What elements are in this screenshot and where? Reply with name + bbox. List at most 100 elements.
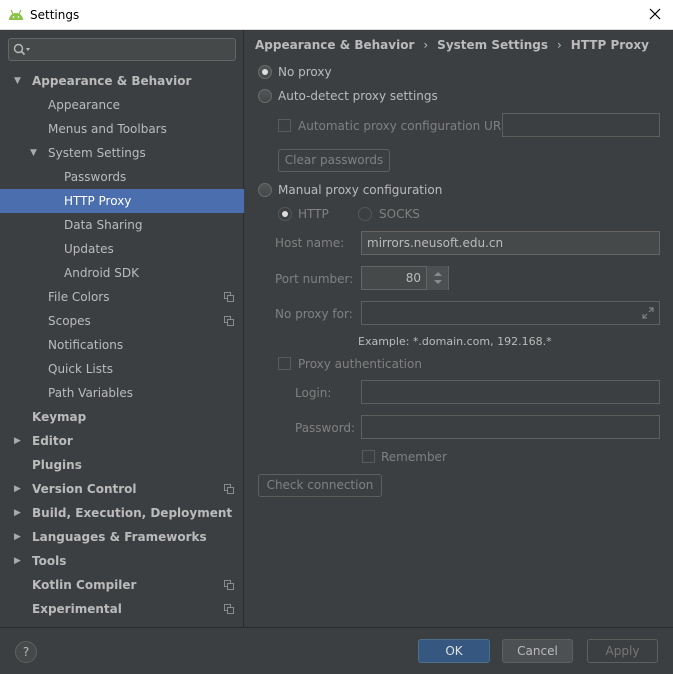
sidebar-item-label: Android SDK: [64, 266, 139, 280]
manual-proxy-label[interactable]: Manual proxy configuration: [278, 183, 442, 197]
sidebar-item[interactable]: Menus and Toolbars: [0, 117, 244, 141]
sidebar-item[interactable]: HTTP Proxy: [0, 189, 244, 213]
expand-icon[interactable]: [641, 306, 655, 320]
chevron-right-icon[interactable]: ▶: [14, 429, 24, 453]
sidebar-item-label: Editor: [32, 434, 73, 448]
sidebar-item-label: Notifications: [48, 338, 124, 352]
chevron-down-icon[interactable]: ▼: [14, 69, 24, 93]
sidebar-item-label: Version Control: [32, 482, 137, 496]
sidebar-item-label: System Settings: [48, 146, 146, 160]
close-icon[interactable]: [647, 6, 663, 22]
breadcrumb-item[interactable]: System Settings: [437, 38, 548, 52]
auto-detect-label[interactable]: Auto-detect proxy settings: [278, 89, 438, 103]
sidebar-item[interactable]: Data Sharing: [0, 213, 244, 237]
chevron-right-icon[interactable]: ▶: [14, 525, 24, 549]
host-name-field[interactable]: mirrors.neusoft.edu.cn: [361, 231, 660, 255]
breadcrumb: Appearance & Behavior › System Settings › HT…: [255, 38, 649, 52]
ok-button[interactable]: OK: [418, 639, 490, 663]
sidebar-item[interactable]: Scopes: [0, 309, 244, 333]
sidebar-item[interactable]: Path Variables: [0, 381, 244, 405]
sidebar-item-label: File Colors: [48, 290, 110, 304]
chevron-right-icon[interactable]: ▶: [14, 549, 24, 573]
title-bar: Settings: [0, 0, 673, 30]
no-proxy-for-label: No proxy for:: [275, 307, 353, 321]
sidebar-item[interactable]: ▶ Build, Execution, Deployment: [0, 501, 244, 525]
chevron-right-icon[interactable]: ▶: [14, 501, 24, 525]
sidebar-item-label: Menus and Toolbars: [48, 122, 167, 136]
sidebar-item-label: Plugins: [32, 458, 82, 472]
sidebar-item[interactable]: Android SDK: [0, 261, 244, 285]
no-proxy-for-field[interactable]: [361, 301, 660, 325]
sidebar-item-label: Appearance & Behavior: [32, 74, 192, 88]
socks-label[interactable]: SOCKS: [379, 207, 420, 221]
sidebar-item[interactable]: File Colors: [0, 285, 244, 309]
login-label: Login:: [295, 386, 332, 400]
remember-checkbox[interactable]: [362, 450, 375, 463]
chevron-right-icon[interactable]: ▶: [14, 477, 24, 501]
sidebar-item-label: Tools: [32, 554, 67, 568]
sidebar-item-label: Scopes: [48, 314, 91, 328]
sidebar-item-label: Path Variables: [48, 386, 134, 400]
android-icon: [9, 9, 23, 20]
sidebar-item-label: Quick Lists: [48, 362, 113, 376]
breadcrumb-item[interactable]: Appearance & Behavior: [255, 38, 414, 52]
sidebar-item[interactable]: Keymap: [0, 405, 244, 429]
manual-proxy-radio[interactable]: [258, 183, 272, 197]
clear-passwords-button[interactable]: Clear passwords: [278, 149, 390, 172]
no-proxy-radio[interactable]: [258, 65, 272, 79]
sidebar-item[interactable]: Updates: [0, 237, 244, 261]
http-radio[interactable]: [278, 207, 292, 221]
help-button[interactable]: ?: [15, 641, 37, 663]
socks-radio[interactable]: [358, 207, 372, 221]
host-name-label: Host name:: [275, 236, 345, 250]
auto-config-url-checkbox[interactable]: [278, 119, 291, 132]
auto-config-url-field[interactable]: [502, 113, 660, 137]
sidebar-item[interactable]: ▶ Editor: [0, 429, 244, 453]
sidebar-item-label: Data Sharing: [64, 218, 143, 232]
settings-search-input[interactable]: [8, 38, 236, 61]
sidebar-item[interactable]: ▼ Appearance & Behavior: [0, 69, 244, 93]
sidebar-item[interactable]: Quick Lists: [0, 357, 244, 381]
port-stepper[interactable]: [426, 266, 448, 290]
apply-button[interactable]: Apply: [587, 639, 658, 663]
breadcrumb-separator: ›: [556, 38, 562, 52]
http-proxy-panel: Appearance & Behavior › System Settings › HT…: [245, 30, 673, 627]
dialog-footer: ? OK Cancel Apply: [0, 627, 673, 674]
project-settings-icon: [224, 604, 234, 614]
sidebar-item[interactable]: ▶ Tools: [0, 549, 244, 573]
sidebar-item[interactable]: Appearance: [0, 93, 244, 117]
project-settings-icon: [224, 484, 234, 494]
sidebar-item[interactable]: Notifications: [0, 333, 244, 357]
sidebar-item-label: Experimental: [32, 602, 122, 616]
login-field[interactable]: [361, 380, 660, 404]
settings-sidebar: ▼ Appearance & Behavior Appearance Menus an…: [0, 30, 244, 627]
sidebar-item[interactable]: Experimental: [0, 597, 244, 621]
auto-detect-radio[interactable]: [258, 89, 272, 103]
settings-tree: ▼ Appearance & Behavior Appearance Menus an…: [0, 69, 244, 621]
sidebar-item[interactable]: ▶ Languages & Frameworks: [0, 525, 244, 549]
project-settings-icon: [224, 292, 234, 302]
chevron-down-icon[interactable]: ▼: [30, 141, 40, 165]
breadcrumb-separator: ›: [423, 38, 429, 52]
sidebar-item[interactable]: Kotlin Compiler: [0, 573, 244, 597]
project-settings-icon: [224, 316, 234, 326]
sidebar-item-label: HTTP Proxy: [64, 194, 132, 208]
sidebar-item[interactable]: ▶ Version Control: [0, 477, 244, 501]
cancel-button[interactable]: Cancel: [502, 639, 573, 663]
sidebar-item-label: Languages & Frameworks: [32, 530, 207, 544]
no-proxy-label[interactable]: No proxy: [278, 65, 332, 79]
sidebar-item[interactable]: ▼ System Settings: [0, 141, 244, 165]
sidebar-item[interactable]: Passwords: [0, 165, 244, 189]
proxy-authentication-label[interactable]: Proxy authentication: [298, 357, 422, 371]
remember-label[interactable]: Remember: [381, 450, 447, 464]
sidebar-item[interactable]: Plugins: [0, 453, 244, 477]
proxy-authentication-checkbox[interactable]: [278, 357, 291, 370]
password-label: Password:: [295, 421, 356, 435]
port-number-label: Port number:: [275, 272, 354, 286]
sidebar-item-label: Appearance: [48, 98, 121, 112]
http-label[interactable]: HTTP: [298, 207, 329, 221]
password-field[interactable]: [361, 415, 660, 439]
check-connection-button[interactable]: Check connection: [258, 474, 382, 497]
sidebar-item-label: Kotlin Compiler: [32, 578, 137, 592]
window-title: Settings: [30, 7, 80, 22]
